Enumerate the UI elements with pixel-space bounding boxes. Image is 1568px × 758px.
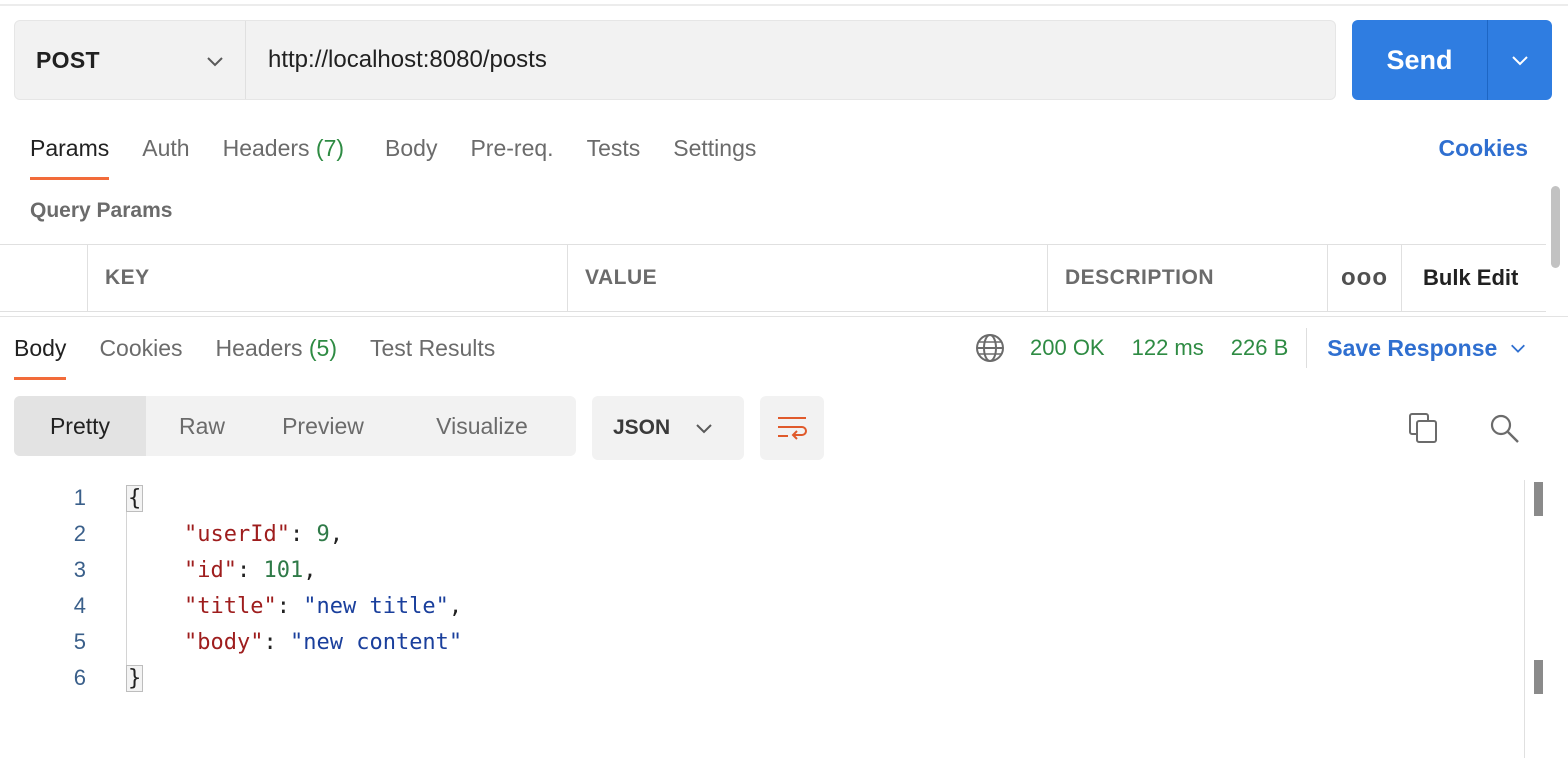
column-value: VALUE <box>568 245 1048 311</box>
status-code[interactable]: 200 OK <box>1030 335 1105 361</box>
top-border <box>0 4 1568 6</box>
send-button[interactable]: Send <box>1352 20 1487 100</box>
line-number: 2 <box>73 521 86 546</box>
chevron-down-icon <box>696 424 712 434</box>
line-number: 4 <box>73 593 86 618</box>
bulk-edit-button[interactable]: Bulk Edit <box>1402 245 1518 311</box>
url-input[interactable]: http://localhost:8080/posts <box>246 21 1335 99</box>
view-mode-group: Pretty Raw Preview Visualize <box>14 396 576 456</box>
column-description: DESCRIPTION <box>1048 245 1328 311</box>
params-table-header: KEY VALUE DESCRIPTION ooo Bulk Edit <box>0 244 1546 312</box>
code-scroll-thumb[interactable] <box>1534 482 1543 516</box>
json-value: "new content" <box>289 629 463 655</box>
globe-icon[interactable] <box>974 332 1006 364</box>
line-number: 6 <box>73 665 86 690</box>
copy-icon[interactable] <box>1406 410 1442 446</box>
chevron-down-icon <box>1511 344 1526 353</box>
code-line: 4 "title": "new title", <box>0 588 1520 624</box>
view-visualize-button[interactable]: Visualize <box>388 396 576 456</box>
tab-response-cookies[interactable]: Cookies <box>99 330 182 380</box>
json-key: "body" <box>184 629 264 655</box>
pane-divider[interactable] <box>0 316 1568 317</box>
line-number: 3 <box>73 557 86 582</box>
code-line: 1 { <box>0 480 1520 516</box>
response-status-bar: 200 OK 122 ms 226 B Save Response <box>974 328 1527 368</box>
view-preview-button[interactable]: Preview <box>258 396 388 456</box>
view-raw-button[interactable]: Raw <box>146 396 258 456</box>
request-bar: POST http://localhost:8080/posts <box>14 20 1336 100</box>
view-pretty-button[interactable]: Pretty <box>14 396 146 456</box>
close-brace: } <box>126 664 144 692</box>
response-body-viewer[interactable]: 1 { 2 "userId": 9, 3 "id": 101, 4 "title… <box>0 480 1524 758</box>
more-options-icon[interactable]: ooo <box>1328 245 1402 311</box>
method-label: POST <box>36 46 100 73</box>
code-line: 3 "id": 101, <box>0 552 1520 588</box>
column-key: KEY <box>88 245 568 311</box>
json-key: "userId" <box>184 521 290 547</box>
chevron-down-icon <box>1512 56 1528 66</box>
params-checkbox-column <box>0 245 88 311</box>
json-value: 101 <box>263 557 304 583</box>
send-button-group: Send <box>1352 20 1552 100</box>
response-tabs: Body Cookies Headers (5) Test Results <box>14 330 528 380</box>
tab-auth[interactable]: Auth <box>142 130 189 180</box>
method-select[interactable]: POST <box>15 21 246 99</box>
line-number: 5 <box>73 629 86 654</box>
chevron-down-icon <box>207 57 223 67</box>
tab-test-results[interactable]: Test Results <box>370 330 495 380</box>
request-tabs: Params Auth Headers (7) Body Pre-req. Te… <box>30 130 789 180</box>
code-line: 5 "body": "new content" <box>0 624 1520 660</box>
response-headers-count: (5) <box>308 335 337 361</box>
cookies-link[interactable]: Cookies <box>1439 130 1528 166</box>
status-separator <box>1306 328 1308 368</box>
wrap-lines-icon <box>778 417 807 440</box>
tab-response-headers[interactable]: Headers (5) <box>216 330 337 380</box>
response-size[interactable]: 226 B <box>1231 335 1289 361</box>
save-response-button[interactable]: Save Response <box>1327 335 1527 362</box>
code-scrollbar-track[interactable] <box>1524 480 1525 758</box>
tab-headers[interactable]: Headers (7) <box>223 130 344 180</box>
code-line: 2 "userId": 9, <box>0 516 1520 552</box>
tab-body[interactable]: Body <box>385 130 437 180</box>
wrap-lines-button[interactable] <box>760 396 824 460</box>
tab-params[interactable]: Params <box>30 130 110 180</box>
json-value: 9 <box>316 521 330 547</box>
line-number: 1 <box>73 485 86 510</box>
json-value: "new title" <box>303 593 449 619</box>
code-line: 6 } <box>0 660 1520 696</box>
headers-count: (7) <box>315 135 345 161</box>
json-key: "title" <box>184 593 277 619</box>
search-icon[interactable] <box>1486 410 1522 446</box>
params-scroll-thumb[interactable] <box>1551 186 1560 268</box>
tab-tests[interactable]: Tests <box>587 130 641 180</box>
tab-prereq[interactable]: Pre-req. <box>470 130 553 180</box>
format-select[interactable]: JSON <box>592 396 744 460</box>
code-scroll-marker <box>1534 660 1543 694</box>
open-brace: { <box>126 484 144 512</box>
tab-settings[interactable]: Settings <box>673 130 756 180</box>
query-params-title: Query Params <box>30 199 173 222</box>
json-key: "id" <box>184 557 237 583</box>
tab-response-body[interactable]: Body <box>14 330 67 380</box>
send-options-button[interactable] <box>1487 20 1552 100</box>
response-time[interactable]: 122 ms <box>1132 335 1204 361</box>
